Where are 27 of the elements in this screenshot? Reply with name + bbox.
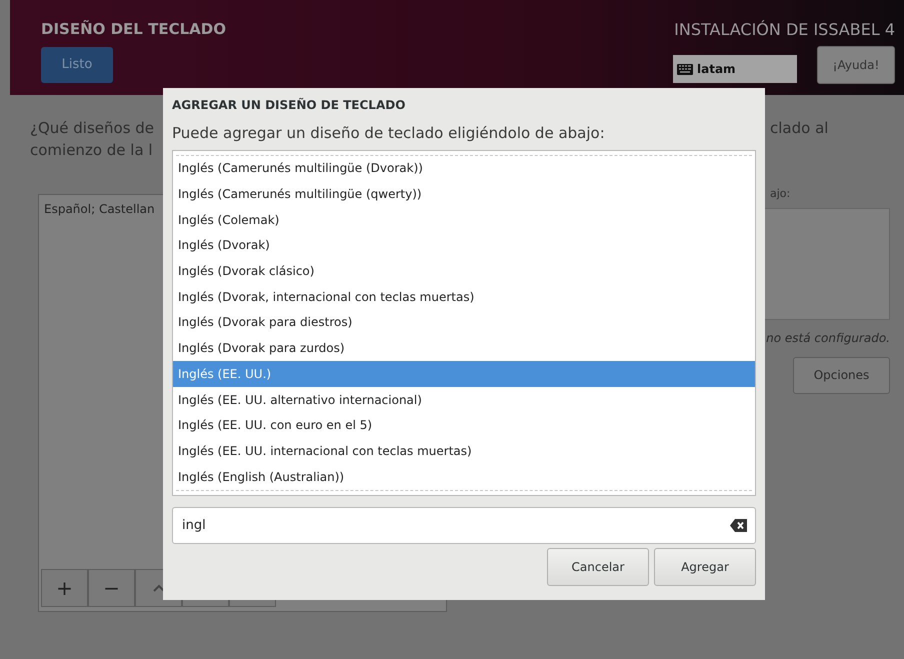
- layout-option[interactable]: Inglés (Dvorak para zurdos): [173, 335, 755, 361]
- layout-option[interactable]: Inglés (Camerunés multilingüe (Dvorak)): [173, 156, 755, 182]
- layout-label: ajo:: [770, 186, 790, 202]
- layout-option[interactable]: Inglés (EE. UU. internacional con teclas muertas): [173, 438, 755, 464]
- layout-option[interactable]: Inglés (Dvorak clásico): [173, 258, 755, 284]
- layout-option[interactable]: Inglés (Dvorak para diestros): [173, 310, 755, 336]
- cancel-button[interactable]: Cancelar: [547, 548, 649, 586]
- layout-option[interactable]: Inglés (EE. UU. con euro en el 5): [173, 412, 755, 438]
- layout-option[interactable]: Inglés (EE. UU. alternativo internacional): [173, 386, 755, 412]
- add-layout-button[interactable]: +: [41, 569, 88, 607]
- page-title: DISEÑO DEL TECLADO: [41, 19, 226, 40]
- layout-option[interactable]: Inglés (Colemak): [173, 206, 755, 233]
- dialog-title: AGREGAR UN DISEÑO DE TECLADO: [172, 96, 406, 114]
- keyboard-layout-indicator: latam: [673, 55, 797, 83]
- product-title: INSTALACIÓN DE ISSABEL 4: [674, 19, 895, 41]
- layout-option[interactable]: Inglés (Dvorak): [173, 232, 755, 258]
- question-text: clado al: [770, 118, 828, 139]
- layout-option[interactable]: Inglés (Dvorak, internacional con teclas muertas): [173, 284, 755, 310]
- question-text: ¿Qué diseños de: [30, 118, 154, 139]
- question-text: comienzo de la l: [30, 140, 153, 161]
- search-field[interactable]: ingl: [172, 506, 756, 544]
- dialog-subtitle: Puede agregar un diseño de teclado eligiéndolo de abajo:: [172, 123, 606, 144]
- layout-option[interactable]: Inglés (English (Australian)): [173, 464, 755, 490]
- remove-layout-button[interactable]: −: [88, 569, 135, 607]
- status-text: no está configurado.: [766, 330, 890, 346]
- layout-option[interactable]: Inglés (Camerunés multilingüe (qwerty)): [173, 181, 755, 207]
- add-button[interactable]: Agregar: [654, 548, 756, 586]
